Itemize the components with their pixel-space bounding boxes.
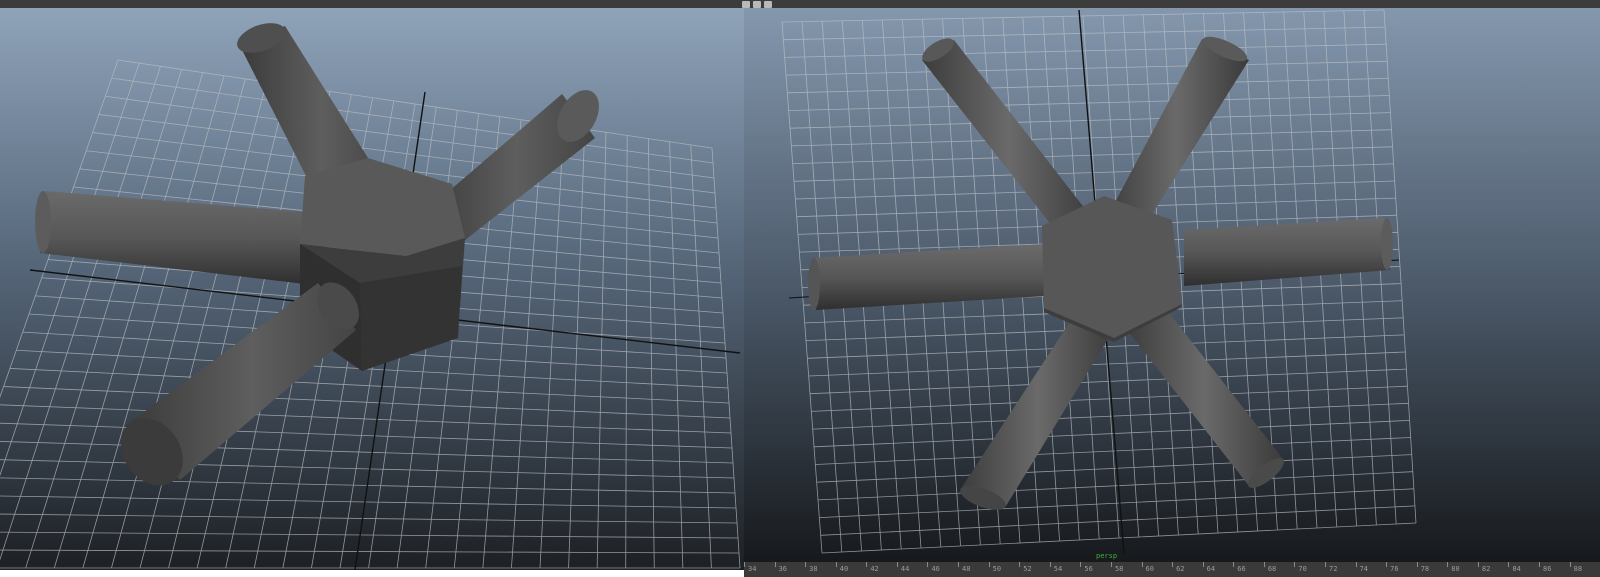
time-tick: 64 (1202, 562, 1234, 577)
time-tick: 34 (744, 562, 775, 577)
camera-label: persp (1096, 552, 1118, 560)
time-tick: 66 (1233, 562, 1264, 577)
bottom-strip (0, 570, 744, 577)
time-slider[interactable]: 34 36 38 40 42 44 46 48 50 52 54 56 58 60 62 64 66 68 70 72… (744, 562, 1600, 577)
toolbar-icons (742, 0, 772, 8)
time-tick: 60 (1141, 562, 1173, 577)
time-tick: 76 (1386, 562, 1417, 577)
time-tick: 42 (866, 562, 897, 577)
viewport-menu-bar (0, 0, 1600, 8)
time-tick: 50 (988, 562, 1020, 577)
time-tick: 54 (1049, 562, 1081, 577)
time-tick: 86 (1539, 562, 1570, 577)
time-tick: 88 (1569, 562, 1600, 577)
time-tick: 78 (1416, 562, 1448, 577)
time-tick: 58 (1110, 562, 1142, 577)
time-tick: 74 (1355, 562, 1387, 577)
viewport-tool-icon[interactable] (742, 0, 750, 8)
time-tick: 70 (1294, 562, 1325, 577)
time-tick: 80 (1447, 562, 1478, 577)
top-viewport-right[interactable] (744, 8, 1600, 570)
time-tick: 72 (1324, 562, 1356, 577)
time-tick: 46 (927, 562, 958, 577)
time-tick: 62 (1172, 562, 1203, 577)
time-tick: 44 (896, 562, 928, 577)
time-slider-ticks: 34 36 38 40 42 44 46 48 50 52 54 56 58 60 62 64 66 68 70 72… (744, 562, 1600, 577)
time-tick: 82 (1477, 562, 1509, 577)
time-tick: 36 (774, 562, 806, 577)
render-icon[interactable] (764, 0, 772, 8)
time-tick: 40 (835, 562, 867, 577)
snapshot-icon[interactable] (753, 0, 761, 8)
time-tick: 56 (1080, 562, 1111, 577)
perspective-viewport-left[interactable] (0, 8, 744, 570)
time-tick: 48 (958, 562, 989, 577)
time-tick: 52 (1019, 562, 1050, 577)
time-tick: 38 (805, 562, 836, 577)
time-tick: 68 (1263, 562, 1295, 577)
time-tick: 84 (1508, 562, 1539, 577)
